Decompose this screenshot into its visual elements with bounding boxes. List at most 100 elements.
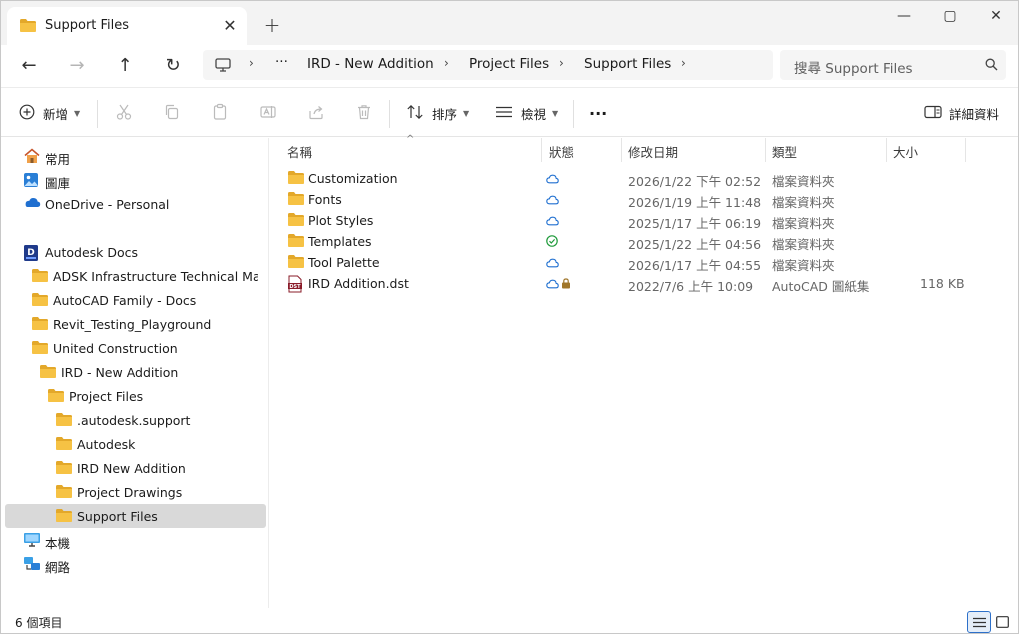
copy-button[interactable] [163,102,181,124]
rename-button[interactable] [259,102,277,124]
sidebar-item-united-construction[interactable]: United Construction [5,336,266,360]
breadcrumb-chevron[interactable]: › [444,56,449,70]
copy-icon [163,103,181,124]
sort-icon [406,104,424,123]
search-box[interactable]: 搜尋 Support Files [780,50,1006,80]
plus-circle-icon [19,104,35,123]
column-header-modified[interactable]: 修改日期 [628,142,678,161]
sidebar-item-onedrive[interactable]: OneDrive - Personal [5,192,266,216]
breadcrumb-ird-new-addition[interactable]: IRD - New Addition [307,56,434,72]
view-button[interactable]: 檢視 ▼ [495,102,558,124]
breadcrumb-overflow[interactable]: ··· [275,54,288,70]
new-tab-button[interactable]: + [259,14,285,38]
sidebar-item-label: Support Files [77,509,158,524]
item-count: 6 個項目 [15,616,63,630]
clipboard-icon [211,103,229,124]
forward-button[interactable]: → [63,52,91,80]
sync-status [546,256,559,271]
onedrive-cloud-icon [23,196,41,211]
breadcrumb-chevron[interactable]: › [249,56,254,70]
toolbar-divider [573,100,574,128]
file-name: IRD Addition.dst [308,276,409,291]
minimize-button[interactable]: — [881,1,927,33]
refresh-button[interactable]: ↻ [159,52,187,80]
title-bar: Support Files ✕ + — ▢ ✕ [1,1,1018,45]
tab-support-files[interactable]: Support Files ✕ [7,7,247,45]
column-header-type[interactable]: 類型 [772,142,797,161]
sort-button[interactable]: 排序 ▼ [406,102,469,124]
file-row[interactable]: Templates 2025/1/22 上午 04:56 檔案資料夾 [283,231,963,252]
sidebar-item-ird-new-addition-sub[interactable]: IRD New Addition [5,456,266,480]
column-header-status[interactable]: 狀態 [549,142,574,161]
large-icons-view-button[interactable] [991,611,1015,633]
file-modified: 2026/1/22 下午 02:52 [628,174,762,189]
breadcrumb-support-files[interactable]: Support Files [584,56,671,72]
sidebar-item-autocad-family[interactable]: AutoCAD Family - Docs [5,288,266,312]
file-name: Plot Styles [308,213,374,228]
delete-button[interactable] [355,102,373,124]
close-window-button[interactable]: ✕ [973,1,1018,33]
breadcrumb-chevron[interactable]: › [681,56,686,70]
search-input[interactable]: 搜尋 Support Files [794,57,913,77]
sidebar-item-adsk-infrastructure[interactable]: ADSK Infrastructure Technical Marketi [5,264,266,288]
file-name: Customization [308,171,398,186]
column-header-name[interactable]: 名稱 [287,142,312,161]
chevron-down-icon: ▼ [552,108,559,118]
file-row[interactable]: DST IRD Addition.dst 2022/7/6 上午 10:09 Auto… [283,273,965,294]
details-pane-button[interactable]: 詳細資料 [924,102,999,124]
column-divider[interactable] [621,138,622,162]
column-divider[interactable] [541,138,542,162]
sidebar-item-autodesk-docs[interactable]: D Autodesk Docs [5,240,266,264]
sidebar-item-revit-testing[interactable]: Revit_Testing_Playground [5,312,266,336]
sidebar-item-label: Project Files [69,389,144,404]
sidebar-item-autodesk-support[interactable]: .autodesk.support [5,408,266,432]
file-type: 檔案資料夾 [772,174,835,189]
sidebar-item-gallery[interactable]: 圖庫 [5,168,266,192]
folder-icon [19,18,37,36]
file-modified: 2026/1/17 上午 04:55 [628,258,762,273]
cut-button[interactable] [115,102,133,124]
column-divider[interactable] [765,138,766,162]
sidebar-item-autodesk[interactable]: Autodesk [5,432,266,456]
column-divider[interactable] [886,138,887,162]
back-button[interactable]: ← [15,52,43,80]
lock-icon [561,277,571,292]
cloud-only-icon [546,193,559,208]
folder-icon [55,436,73,454]
sidebar-item-label: 本機 [45,536,71,551]
sync-status [546,214,559,229]
share-button[interactable] [307,102,325,124]
column-divider[interactable] [965,138,966,162]
sidebar-item-project-files[interactable]: Project Files [5,384,266,408]
breadcrumb-chevron[interactable]: › [559,56,564,70]
details-view-button[interactable] [967,611,991,633]
file-row[interactable]: Fonts 2026/1/19 上午 11:48 檔案資料夾 [283,189,963,210]
maximize-button[interactable]: ▢ [927,1,973,33]
sidebar-item-ird-new-addition[interactable]: IRD - New Addition [5,360,266,384]
sidebar-item-network[interactable]: 網路 [5,552,266,576]
more-options-button[interactable]: ··· [589,102,607,124]
sidebar-item-project-drawings[interactable]: Project Drawings [5,480,266,504]
sidebar-item-home[interactable]: 常用 [5,144,266,168]
cloud-only-icon [546,256,559,271]
sort-label: 排序 [432,106,458,122]
sidebar-item-this-pc[interactable]: 本機 [5,528,266,552]
column-header-size[interactable]: 大小 [893,142,918,161]
tiles-view-icon [996,616,1009,631]
breadcrumb-project-files[interactable]: Project Files [469,56,549,72]
file-row[interactable]: Tool Palette 2026/1/17 上午 04:55 檔案資料夾 [283,252,963,273]
file-row[interactable]: Plot Styles 2025/1/17 上午 06:19 檔案資料夾 [283,210,963,231]
paste-button[interactable] [211,102,229,124]
chevron-down-icon: ▼ [463,108,470,118]
navigation-bar: ← → ↑ ↻ › ··· IRD - New Addition › Proje… [1,45,1018,87]
sidebar-item-label: Autodesk Docs [45,245,139,260]
tab-close-icon[interactable]: ✕ [219,15,241,37]
new-button[interactable]: 新增 ▼ [19,102,80,124]
address-bar[interactable]: › ··· IRD - New Addition › Project Files… [203,50,773,80]
file-row[interactable]: Customization 2026/1/22 下午 02:52 檔案資料夾 [283,168,963,189]
sidebar-item-support-files[interactable]: Support Files [5,504,266,528]
up-button[interactable]: ↑ [111,52,139,80]
folder-icon [287,233,305,251]
file-list: 名稱 ^ 狀態 修改日期 類型 大小 Customization 2026/1/2… [269,134,1018,608]
sidebar-item-label: 圖庫 [45,176,71,191]
